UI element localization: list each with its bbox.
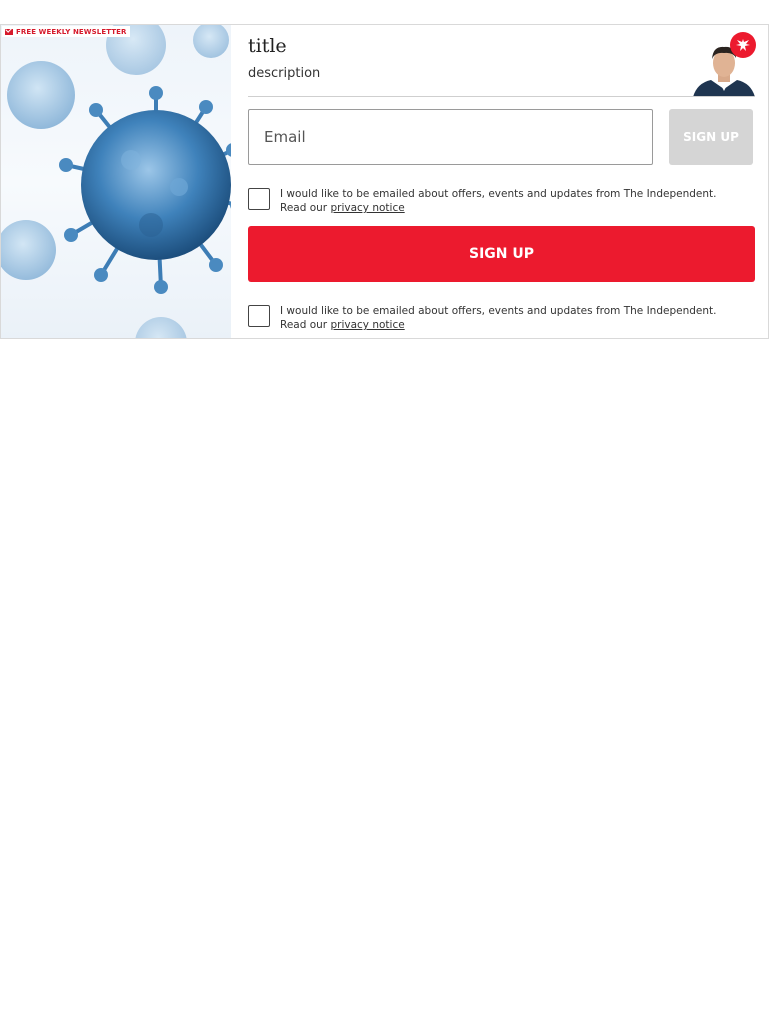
newsletter-content: title description SIGN UP I would like t…: [248, 25, 756, 338]
consent-checkbox-2[interactable]: [248, 305, 270, 327]
newsletter-signup-widget: FREE WEEKLY NEWSLETTER title description…: [0, 24, 769, 339]
newsletter-image: FREE WEEKLY NEWSLETTER: [1, 25, 231, 338]
newsletter-title: title: [248, 35, 287, 57]
privacy-notice-link-1[interactable]: privacy notice: [330, 202, 404, 214]
divider: [248, 96, 755, 97]
signup-button[interactable]: SIGN UP: [248, 226, 755, 282]
email-input[interactable]: [248, 109, 653, 165]
badge-label: FREE WEEKLY NEWSLETTER: [16, 27, 127, 36]
consent-text-2: I would like to be emailed about offers,…: [280, 304, 735, 332]
newsletter-description: description: [248, 66, 321, 81]
consent-checkbox-1[interactable]: [248, 188, 270, 210]
consent-row-2: I would like to be emailed about offers,…: [248, 304, 748, 332]
virus-illustration: [1, 25, 231, 338]
privacy-notice-link-2[interactable]: privacy notice: [330, 319, 404, 331]
independent-eagle-logo: [730, 32, 756, 58]
signup-button-disabled[interactable]: SIGN UP: [669, 109, 753, 165]
consent-text-1: I would like to be emailed about offers,…: [280, 187, 735, 215]
envelope-icon: [5, 28, 13, 35]
consent-row-1: I would like to be emailed about offers,…: [248, 187, 748, 215]
newsletter-badge: FREE WEEKLY NEWSLETTER: [2, 26, 130, 37]
